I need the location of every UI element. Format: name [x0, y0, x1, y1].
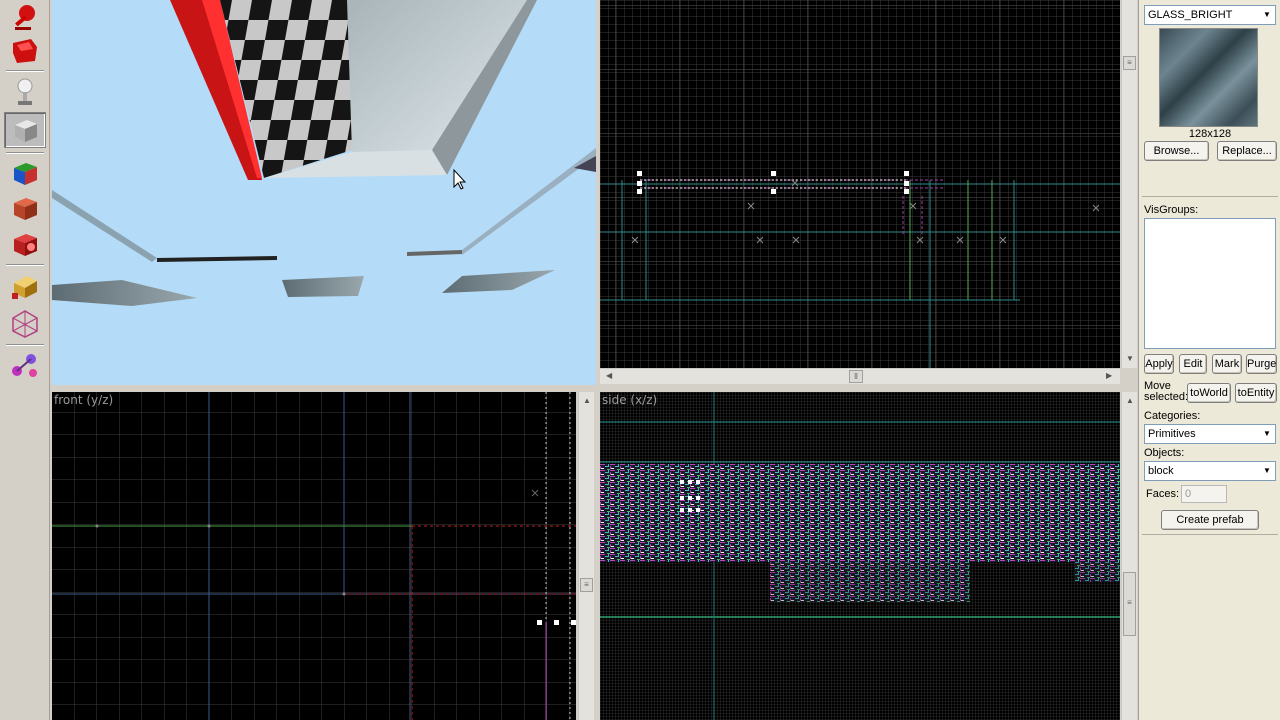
- apply-current-texture-button[interactable]: [4, 190, 46, 226]
- visgroups-purge-button[interactable]: Purge: [1246, 354, 1277, 374]
- top-view-horizontal-scrollbar[interactable]: ◀ ⦀ ▶: [600, 368, 1120, 384]
- overlay-tool-button[interactable]: [4, 268, 46, 304]
- chevron-down-icon: ▼: [1263, 429, 1271, 438]
- texture-preview[interactable]: [1159, 28, 1258, 127]
- texture-size: 128x128: [1188, 128, 1232, 140]
- side-view-vertical-scrollbar[interactable]: ▲ ≡: [1121, 392, 1137, 720]
- clipping-tool-button[interactable]: [4, 306, 46, 342]
- 3d-scene: [52, 0, 596, 306]
- visgroups-list[interactable]: [1144, 218, 1276, 349]
- texture-application-button[interactable]: [4, 155, 46, 191]
- objects-value: block: [1148, 465, 1174, 477]
- categories-label: Categories:: [1144, 410, 1201, 422]
- divider: [1142, 534, 1278, 535]
- create-prefab-button[interactable]: Create prefab: [1161, 510, 1259, 530]
- tool-palette: [0, 0, 50, 720]
- move-selected-label: Move selected:: [1144, 380, 1189, 403]
- faces-stepper[interactable]: 0: [1181, 485, 1227, 503]
- top-view-vertical-scrollbar[interactable]: ≡ ▼: [1121, 0, 1137, 368]
- vertex-tool-icon: [12, 354, 37, 377]
- categories-dropdown[interactable]: Primitives ▼: [1144, 424, 1276, 444]
- camera-tool-button[interactable]: [4, 74, 46, 110]
- categories-value: Primitives: [1148, 428, 1196, 440]
- replace-button[interactable]: Replace...: [1217, 141, 1277, 161]
- visgroups-edit-button[interactable]: Edit: [1179, 354, 1207, 374]
- to-world-button[interactable]: toWorld: [1187, 383, 1231, 403]
- front-2d-viewport[interactable]: front (y/z): [52, 392, 576, 720]
- to-entity-button[interactable]: toEntity: [1235, 383, 1277, 403]
- properties-panel: GLASS_BRIGHT ▼ 128x128 Browse... Replace…: [1138, 0, 1280, 720]
- visgroups-mark-button[interactable]: Mark: [1212, 354, 1242, 374]
- faces-label: Faces:: [1146, 488, 1180, 500]
- side-view-label: side (x/z): [602, 393, 658, 407]
- decal-tool-icon: [14, 234, 37, 256]
- overlay-tool-icon: [12, 276, 37, 299]
- texture-application-icon: [14, 163, 37, 185]
- magnify-tool-icon: [13, 39, 37, 63]
- side-2d-viewport[interactable]: side (x/z): [600, 392, 1120, 720]
- divider: [1142, 196, 1278, 197]
- selection-tool-button[interactable]: [4, 0, 46, 36]
- chevron-down-icon: ▼: [1263, 10, 1271, 19]
- magnify-tool-button[interactable]: [4, 32, 46, 68]
- front-view-vertical-scrollbar[interactable]: ▲ ≡: [578, 392, 594, 720]
- objects-label: Objects:: [1144, 447, 1185, 459]
- visgroups-apply-button[interactable]: Apply: [1144, 354, 1174, 374]
- texture-name-dropdown[interactable]: GLASS_BRIGHT ▼: [1144, 5, 1276, 25]
- camera-3d-viewport[interactable]: [52, 0, 596, 385]
- front-view-label: front (y/z): [54, 393, 114, 407]
- block-tool-icon: [15, 120, 37, 142]
- selection-tool-icon: [15, 5, 35, 30]
- apply-current-texture-icon: [14, 198, 37, 220]
- texture-name: GLASS_BRIGHT: [1148, 9, 1233, 21]
- faces-value: 0: [1185, 488, 1192, 500]
- browse-button[interactable]: Browse...: [1144, 141, 1209, 161]
- objects-dropdown[interactable]: block ▼: [1144, 461, 1276, 481]
- visgroups-label: VisGroups:: [1144, 204, 1199, 216]
- vertex-tool-button[interactable]: [4, 348, 46, 384]
- decal-tool-button[interactable]: [4, 226, 46, 262]
- top-2d-viewport[interactable]: [600, 0, 1120, 368]
- block-tool-button[interactable]: [4, 112, 46, 148]
- chevron-down-icon: ▼: [1263, 466, 1271, 475]
- camera-tool-icon: [17, 78, 33, 105]
- clipping-tool-icon: [12, 310, 38, 338]
